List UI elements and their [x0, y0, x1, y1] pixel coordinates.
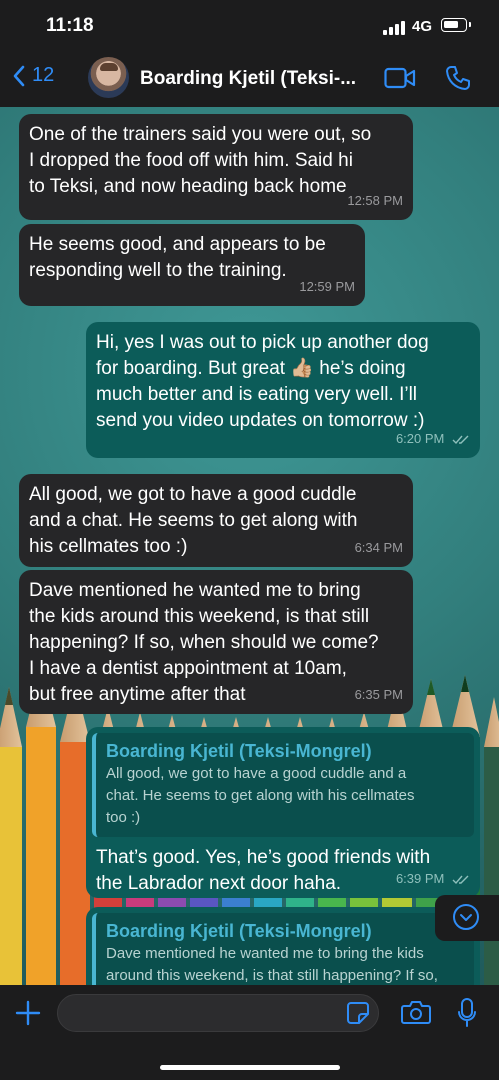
signal-icon [383, 19, 407, 35]
message-text: Hi, yes I was out to pick up another dog… [96, 332, 429, 431]
read-receipt-icon [452, 435, 469, 445]
contact-name[interactable]: Boarding Kjetil (Teksi-... [140, 68, 356, 90]
incoming-message[interactable]: Dave mentioned he wanted me to bring the… [19, 570, 413, 714]
chat-area[interactable]: One of the trainers said you were out, s… [0, 107, 499, 985]
message-time: 6:34 PM [354, 540, 403, 555]
battery-icon [441, 18, 471, 32]
message-time: 12:59 PM [299, 279, 355, 294]
message-input[interactable] [57, 994, 379, 1032]
message-text: Dave mentioned he wanted me to bring the… [29, 580, 379, 705]
chevron-left-icon [13, 65, 25, 86]
camera-icon[interactable] [401, 999, 431, 1025]
quoted-message[interactable]: Boarding Kjetil (Teksi-Mongrel) All good… [92, 733, 474, 837]
incoming-message[interactable]: All good, we got to have a good cuddle a… [19, 474, 413, 567]
outgoing-message[interactable]: Hi, yes I was out to pick up another dog… [86, 322, 480, 458]
quoted-message[interactable]: Boarding Kjetil (Teksi-Mongrel) Dave men… [92, 913, 474, 985]
message-time: 6:35 PM [354, 687, 403, 702]
back-button[interactable]: 12 [12, 64, 54, 87]
incoming-message[interactable]: He seems good, and appears to be respond… [19, 224, 365, 306]
outgoing-reply-message[interactable]: Boarding Kjetil (Teksi-Mongrel) All good… [86, 727, 480, 898]
video-call-icon[interactable] [384, 67, 416, 89]
phone-call-icon[interactable] [445, 65, 471, 91]
back-count: 12 [32, 64, 55, 86]
quoted-text: Dave mentioned he wanted me to bring the… [106, 945, 438, 984]
home-indicator [160, 1065, 340, 1070]
quoted-sender: Boarding Kjetil (Teksi-Mongrel) [106, 741, 372, 761]
contact-avatar[interactable] [88, 57, 129, 98]
status-time: 11:18 [46, 15, 94, 36]
chat-header: 12 Boarding Kjetil (Teksi-... [0, 50, 499, 108]
message-text: All good, we got to have a good cuddle a… [29, 484, 358, 557]
chevron-down-circle-icon [453, 904, 479, 930]
quoted-sender: Boarding Kjetil (Teksi-Mongrel) [106, 921, 372, 941]
message-time-label: 6:20 PM [395, 431, 445, 446]
scroll-to-bottom-button[interactable] [435, 895, 499, 941]
composer-bar [0, 985, 499, 1080]
quoted-text: All good, we got to have a good cuddle a… [106, 765, 415, 826]
outgoing-reply-message[interactable]: Boarding Kjetil (Teksi-Mongrel) Dave men… [86, 907, 480, 985]
microphone-icon[interactable] [457, 998, 477, 1028]
sticker-icon[interactable] [346, 1001, 370, 1025]
incoming-message[interactable]: One of the trainers said you were out, s… [19, 114, 413, 220]
message-time: 6:20 PM [396, 426, 470, 452]
plus-icon[interactable] [14, 999, 42, 1027]
message-time-label: 6:39 PM [395, 871, 445, 886]
network-label: 4G [412, 18, 433, 35]
message-time: 6:39 PM [396, 866, 470, 892]
message-time: 12:58 PM [347, 193, 403, 208]
status-bar: 11:18 4G [0, 0, 499, 50]
read-receipt-icon [452, 875, 469, 885]
